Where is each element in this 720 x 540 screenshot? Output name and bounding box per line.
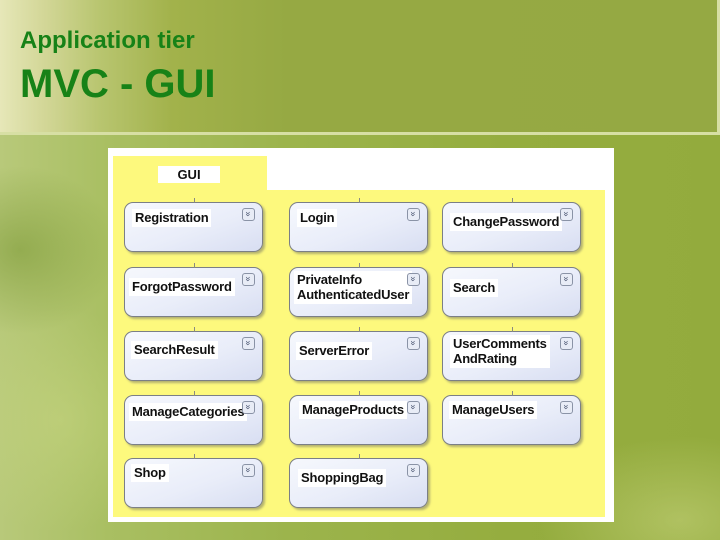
component-label: ChangePassword	[450, 213, 563, 231]
component-shopping-bag[interactable]: ShoppingBag »	[289, 454, 428, 508]
expand-icon[interactable]: »	[242, 337, 255, 350]
expand-icon[interactable]: »	[242, 208, 255, 221]
component-private-info-authenticated-user[interactable]: PrivateInfo AuthenticatedUser »	[289, 263, 428, 317]
component-label: ServerError	[296, 342, 373, 360]
expand-icon[interactable]: »	[242, 464, 255, 477]
component-forgot-password[interactable]: ForgotPassword »	[124, 263, 263, 317]
component-label: ForgotPassword	[129, 278, 235, 296]
component-manage-users[interactable]: ManageUsers »	[442, 391, 581, 445]
component-label: Login	[297, 209, 338, 227]
component-label: SearchResult	[131, 341, 218, 359]
component-manage-categories[interactable]: ManageCategories »	[124, 391, 263, 445]
expand-icon[interactable]: »	[407, 273, 420, 286]
component-label: ShoppingBag	[298, 469, 387, 487]
component-login[interactable]: Login »	[289, 198, 428, 252]
expand-icon[interactable]: »	[407, 464, 420, 477]
component-change-password[interactable]: ChangePassword »	[442, 198, 581, 252]
expand-icon[interactable]: »	[407, 401, 420, 414]
package-name: GUI	[158, 166, 220, 183]
component-registration[interactable]: Registration »	[124, 198, 263, 252]
component-label: ManageCategories	[129, 403, 248, 421]
slide-header: Application tier MVC - GUI	[0, 0, 720, 135]
expand-icon[interactable]: »	[560, 337, 573, 350]
diagram-frame: GUI Registration » Login » ChangePasswor…	[108, 148, 614, 522]
component-label: ManageProducts	[299, 401, 407, 419]
component-label: Search	[450, 279, 499, 297]
component-manage-products[interactable]: ManageProducts »	[289, 391, 428, 445]
component-server-error[interactable]: ServerError »	[289, 327, 428, 381]
component-label: PrivateInfo AuthenticatedUser	[294, 271, 413, 304]
expand-icon[interactable]: »	[407, 208, 420, 221]
slide-subtitle: Application tier	[20, 27, 195, 54]
component-search[interactable]: Search »	[442, 263, 581, 317]
component-label: Registration	[132, 209, 212, 227]
package-tab: GUI	[113, 156, 267, 190]
expand-icon[interactable]: »	[242, 273, 255, 286]
expand-icon[interactable]: »	[407, 337, 420, 350]
component-search-result[interactable]: SearchResult »	[124, 327, 263, 381]
component-label: Shop	[131, 464, 169, 482]
expand-icon[interactable]: »	[560, 401, 573, 414]
slide-title: MVC - GUI	[20, 62, 216, 106]
expand-icon[interactable]: »	[242, 401, 255, 414]
expand-icon[interactable]: »	[560, 208, 573, 221]
component-shop[interactable]: Shop »	[124, 454, 263, 508]
component-label: UserComments AndRating	[450, 335, 550, 368]
component-label: ManageUsers	[449, 401, 538, 419]
component-user-comments-and-rating[interactable]: UserComments AndRating »	[442, 327, 581, 381]
package-body: Registration » Login » ChangePassword » …	[113, 190, 605, 517]
expand-icon[interactable]: »	[560, 273, 573, 286]
